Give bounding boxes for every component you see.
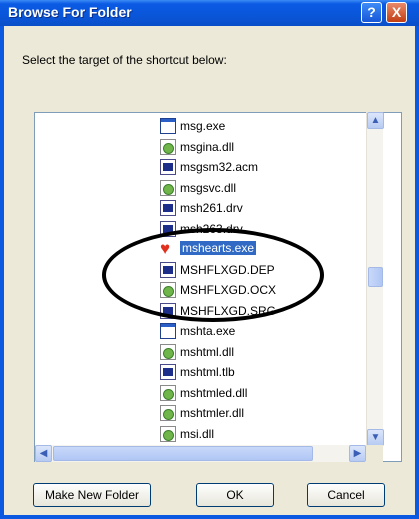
file-item[interactable]: mshtmler.dll (160, 404, 380, 423)
file-item-label: msgsm32.acm (180, 160, 259, 174)
dll-icon (160, 179, 176, 196)
annotation-ellipse (102, 228, 324, 322)
exe-icon (160, 323, 176, 339)
scroll-corner (366, 445, 383, 462)
close-button[interactable]: X (386, 2, 407, 23)
file-item-label: msi.dll (180, 426, 215, 441)
file-item-label: mshtml.tlb (180, 365, 235, 379)
file-item[interactable]: msh261.drv (160, 199, 380, 218)
horizontal-scrollbar[interactable]: ◀ ▶ (35, 445, 366, 462)
file-item-label: mshtmler.dll (180, 406, 245, 420)
file-item-label: msgina.dll (180, 139, 235, 154)
system-file-icon (160, 364, 176, 380)
dll-icon (160, 343, 176, 360)
window-title: Browse For Folder (8, 4, 132, 20)
prompt-text: Select the target of the shortcut below: (22, 53, 227, 67)
title-bar[interactable]: Browse For Folder ? X (0, 0, 419, 26)
dll-icon (160, 384, 176, 401)
file-item[interactable]: mshtml.dll (160, 343, 380, 362)
file-item[interactable]: mshta.exe (160, 322, 380, 341)
file-item-label: mshta.exe (180, 324, 236, 338)
horizontal-scroll-thumb[interactable] (53, 446, 313, 461)
scroll-right-button[interactable]: ▶ (349, 445, 366, 462)
file-item[interactable]: msgina.dll (160, 138, 380, 157)
file-item-label: msh261.drv (180, 201, 243, 215)
file-item[interactable]: msgsm32.acm (160, 158, 380, 177)
exe-icon (160, 118, 176, 134)
file-item[interactable]: mshtml.tlb (160, 363, 380, 382)
system-file-icon (160, 159, 176, 175)
vertical-scrollbar[interactable]: ▲ ▼ (366, 112, 384, 446)
file-item-label: msgsvc.dll (180, 180, 237, 195)
make-new-folder-button[interactable]: Make New Folder (33, 483, 151, 507)
file-item-label: msg.exe (180, 119, 226, 133)
ok-button[interactable]: OK (196, 483, 274, 507)
dll-icon (160, 425, 176, 442)
file-item[interactable]: mshtmled.dll (160, 384, 380, 403)
scroll-up-button[interactable]: ▲ (367, 112, 384, 129)
dll-icon (160, 138, 176, 155)
scroll-down-button[interactable]: ▼ (367, 429, 384, 446)
help-button[interactable]: ? (361, 2, 382, 23)
file-item[interactable]: msg.exe (160, 117, 380, 136)
system-file-icon (160, 200, 176, 216)
scroll-left-button[interactable]: ◀ (35, 445, 52, 462)
vertical-scroll-thumb[interactable] (368, 267, 383, 287)
file-item[interactable]: msgsvc.dll (160, 179, 380, 198)
file-item-label: mshtmled.dll (180, 385, 248, 400)
file-item[interactable]: msi.dll (160, 425, 380, 444)
dll-icon (160, 405, 176, 421)
cancel-button[interactable]: Cancel (307, 483, 385, 507)
file-item-label: mshtml.dll (180, 344, 235, 359)
